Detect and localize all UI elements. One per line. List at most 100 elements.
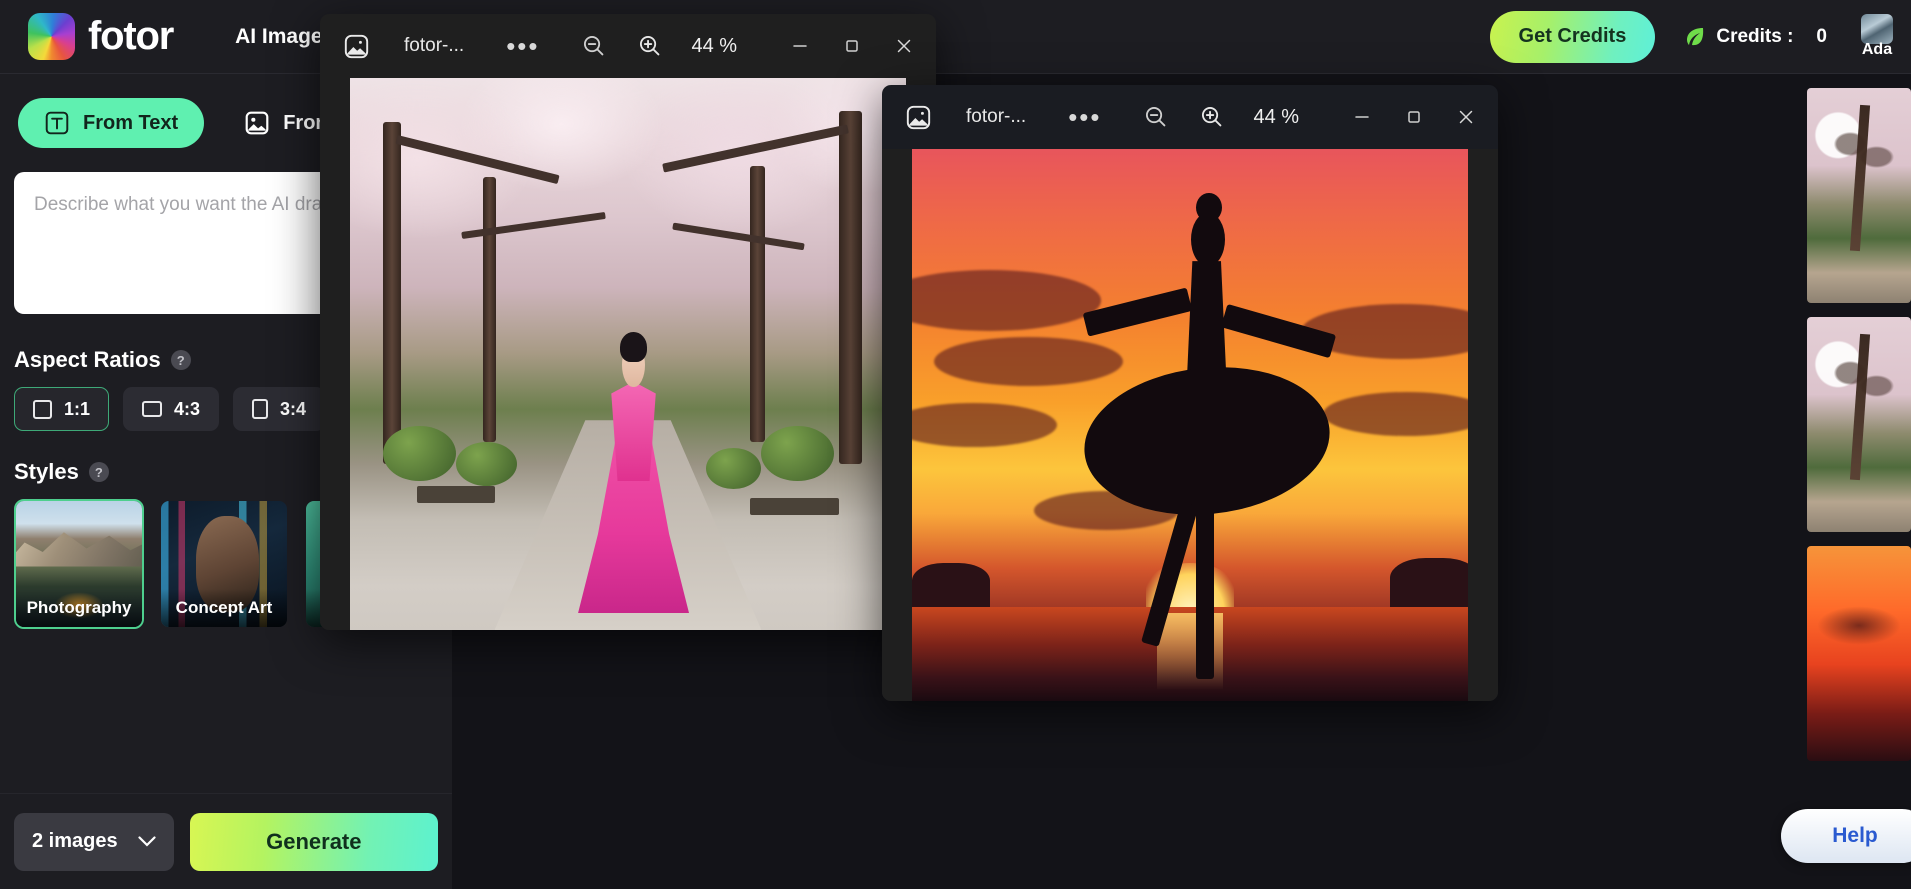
viewer-1-minimize-button[interactable] bbox=[774, 24, 826, 68]
ratio-option-4-3-label: 4:3 bbox=[174, 399, 200, 420]
gallery-item-sunset-1[interactable] bbox=[1807, 546, 1911, 761]
chevron-down-icon bbox=[138, 836, 156, 847]
viewer-1-close-button[interactable] bbox=[878, 24, 930, 68]
help-button[interactable]: Help bbox=[1781, 809, 1911, 863]
viewer-1-title: fotor-... bbox=[404, 35, 464, 57]
photos-app-icon bbox=[343, 33, 370, 60]
image-cherry-blossom-pink-dress bbox=[350, 78, 906, 630]
aspect-ratios-help-icon[interactable]: ? bbox=[171, 350, 191, 370]
viewer-2-zoom-in-button[interactable] bbox=[1190, 95, 1234, 139]
tab-from-text-label: From Text bbox=[83, 112, 178, 135]
viewer-1-window-controls bbox=[774, 24, 930, 68]
dancer-back-leg bbox=[1141, 502, 1198, 647]
square-glyph-icon bbox=[33, 400, 52, 419]
image-count-label: 2 images bbox=[32, 830, 118, 853]
app-header: fotor AI Image Generator Get Credits Cre… bbox=[0, 0, 1911, 74]
dancer-left-arm bbox=[1083, 287, 1193, 337]
viewer-2-close-button[interactable] bbox=[1440, 95, 1492, 139]
generate-button[interactable]: Generate bbox=[190, 813, 438, 871]
dancer-tutu bbox=[1077, 356, 1336, 527]
maximize-icon bbox=[842, 36, 862, 56]
close-icon bbox=[893, 35, 915, 57]
bench-left bbox=[417, 486, 495, 503]
hedge-left-1 bbox=[383, 426, 455, 481]
viewer-2-title: fotor-... bbox=[966, 106, 1026, 128]
hedge-right-1 bbox=[761, 426, 833, 481]
dress-bodice bbox=[611, 382, 655, 481]
dancer-standing-leg bbox=[1196, 504, 1214, 679]
image-sunset-ballerina-silhouette bbox=[912, 149, 1468, 701]
fotor-app-window: fotor AI Image Generator Get Credits Cre… bbox=[0, 0, 1911, 889]
image-count-select[interactable]: 2 images bbox=[14, 813, 174, 871]
credits-display: Credits : 0 bbox=[1683, 25, 1827, 49]
viewer-2-maximize-button[interactable] bbox=[1388, 95, 1440, 139]
leaf-icon bbox=[1683, 25, 1707, 49]
text-icon bbox=[44, 110, 70, 136]
style-card-concept-art-label: Concept Art bbox=[161, 589, 287, 627]
zoom-in-icon bbox=[1199, 104, 1225, 130]
tab-from-text[interactable]: From Text bbox=[18, 98, 204, 148]
cloud-left-3 bbox=[912, 403, 1057, 447]
viewer-2-minimize-button[interactable] bbox=[1336, 95, 1388, 139]
rock-left bbox=[912, 563, 990, 607]
viewer-1-image-canvas[interactable] bbox=[320, 78, 936, 630]
ratio-option-3-4[interactable]: 3:4 bbox=[233, 387, 325, 431]
zoom-out-icon bbox=[1143, 104, 1169, 130]
bench-right bbox=[750, 498, 839, 516]
portrait-glyph-icon bbox=[252, 399, 268, 419]
fotor-logo-icon bbox=[28, 13, 75, 60]
viewer-2-titlebar[interactable]: fotor-... ••• 44 % bbox=[882, 85, 1498, 149]
gallery-item-blossom-1[interactable] bbox=[1807, 88, 1911, 303]
photo-viewer-window-1[interactable]: fotor-... ••• 44 % bbox=[320, 14, 936, 630]
viewer-2-zoom-level: 44 % bbox=[1254, 106, 1300, 129]
dancer-right-arm bbox=[1221, 304, 1336, 358]
style-card-photography[interactable]: Photography bbox=[14, 499, 144, 629]
blossom-canopy bbox=[350, 78, 906, 365]
viewer-1-app-icon bbox=[334, 24, 378, 68]
cloud-right-2 bbox=[1323, 392, 1468, 436]
viewer-1-titlebar[interactable]: fotor-... ••• 44 % bbox=[320, 14, 936, 78]
ballerina-silhouette bbox=[1079, 193, 1335, 679]
minimize-icon bbox=[790, 36, 810, 56]
credits-label: Credits : bbox=[1716, 26, 1793, 48]
brand-logo[interactable]: fotor bbox=[28, 13, 173, 60]
viewer-1-zoom-out-button[interactable] bbox=[572, 24, 616, 68]
style-card-concept-art[interactable]: Concept Art bbox=[159, 499, 289, 629]
landscape-glyph-icon bbox=[142, 401, 162, 417]
user-avatar-menu[interactable]: Ada bbox=[1861, 14, 1893, 59]
brand-name: fotor bbox=[88, 14, 173, 59]
header-actions: Get Credits Credits : 0 Ada bbox=[1490, 11, 1911, 63]
viewer-2-image-canvas[interactable] bbox=[882, 149, 1498, 701]
tree-trunk-mid-left bbox=[483, 177, 495, 442]
tree-trunk-left bbox=[383, 122, 401, 464]
avatar bbox=[1861, 14, 1893, 44]
minimize-icon bbox=[1352, 107, 1372, 127]
viewer-1-zoom-in-button[interactable] bbox=[628, 24, 672, 68]
get-credits-button[interactable]: Get Credits bbox=[1490, 11, 1656, 63]
hedge-right-2 bbox=[706, 448, 762, 489]
credits-value: 0 bbox=[1816, 26, 1827, 48]
viewer-2-more-menu-icon[interactable]: ••• bbox=[1068, 112, 1101, 122]
figure-in-pink-dress bbox=[578, 337, 689, 613]
image-icon bbox=[244, 110, 270, 136]
viewer-1-maximize-button[interactable] bbox=[826, 24, 878, 68]
viewer-2-app-icon bbox=[896, 95, 940, 139]
viewer-1-zoom-level: 44 % bbox=[692, 35, 738, 58]
generated-gallery bbox=[1791, 74, 1911, 889]
styles-title: Styles bbox=[14, 459, 79, 485]
viewer-1-more-menu-icon[interactable]: ••• bbox=[506, 41, 539, 51]
zoom-in-icon bbox=[637, 33, 663, 59]
aspect-ratios-title: Aspect Ratios bbox=[14, 347, 161, 373]
photo-viewer-window-2[interactable]: fotor-... ••• 44 % bbox=[882, 85, 1498, 701]
ratio-option-3-4-label: 3:4 bbox=[280, 399, 306, 420]
ratio-option-1-1-label: 1:1 bbox=[64, 399, 90, 420]
styles-help-icon[interactable]: ? bbox=[89, 462, 109, 482]
style-card-photography-label: Photography bbox=[16, 589, 142, 627]
figure-hair bbox=[620, 332, 647, 362]
viewer-2-zoom-out-button[interactable] bbox=[1134, 95, 1178, 139]
maximize-icon bbox=[1404, 107, 1424, 127]
ratio-option-1-1[interactable]: 1:1 bbox=[14, 387, 109, 431]
ratio-option-4-3[interactable]: 4:3 bbox=[123, 387, 219, 431]
gallery-item-blossom-2[interactable] bbox=[1807, 317, 1911, 532]
avatar-name: Ada bbox=[1862, 41, 1892, 59]
